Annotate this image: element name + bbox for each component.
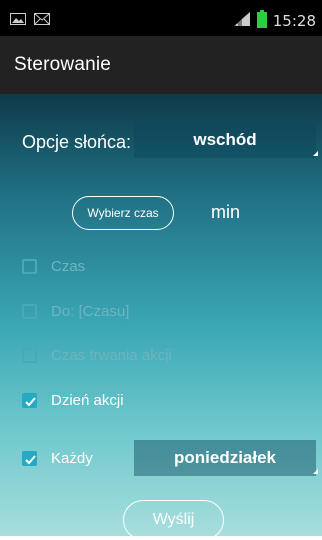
- image-icon: [10, 12, 26, 30]
- checkbox-action-day[interactable]: [22, 393, 37, 408]
- checkbox-time-label: Czas: [51, 258, 86, 275]
- choose-time-button[interactable]: Wybierz czas: [72, 196, 174, 230]
- signal-icon: [233, 11, 251, 31]
- spinner-arrow-icon: [313, 151, 318, 156]
- checkbox-duration[interactable]: [22, 348, 37, 363]
- sun-options-label: Opcje słońca:: [22, 132, 132, 152]
- sun-options-value: wschód: [193, 130, 257, 149]
- send-button[interactable]: Wyślij: [123, 500, 224, 540]
- choose-time-label: Wybierz czas: [87, 206, 159, 220]
- checkbox-every[interactable]: [22, 451, 37, 466]
- battery-icon: [256, 10, 267, 32]
- status-bar: 15:28: [0, 0, 322, 36]
- clock: 15:28: [272, 12, 316, 30]
- status-left-icons: [10, 12, 50, 30]
- checkbox-until-time[interactable]: [22, 304, 37, 319]
- checkmark-icon: [25, 455, 36, 465]
- main-content: Opcje słońca: wschód Wybierz czas min Cz…: [0, 94, 322, 540]
- app-title: Sterowanie: [14, 54, 112, 75]
- send-button-label: Wyślij: [152, 511, 195, 528]
- checkbox-until-time-label: Do: [Czasu]: [51, 303, 130, 320]
- day-spinner-value: poniedziałek: [173, 448, 277, 467]
- checkmark-icon: [25, 397, 36, 407]
- checkbox-action-day-label: Dzień akcji: [51, 392, 124, 409]
- mail-icon: [34, 12, 50, 30]
- day-spinner[interactable]: poniedziałek: [134, 440, 318, 476]
- status-right: 15:28: [233, 10, 316, 32]
- checkbox-every-label: Każdy: [51, 450, 93, 467]
- spinner-arrow-icon: [313, 469, 318, 474]
- sun-options-spinner[interactable]: wschód: [134, 122, 318, 158]
- action-bar: Sterowanie: [0, 36, 322, 94]
- checkbox-time[interactable]: [22, 259, 37, 274]
- checkbox-duration-label: Czas trwania akcji: [51, 347, 172, 364]
- minutes-unit: min: [211, 202, 241, 222]
